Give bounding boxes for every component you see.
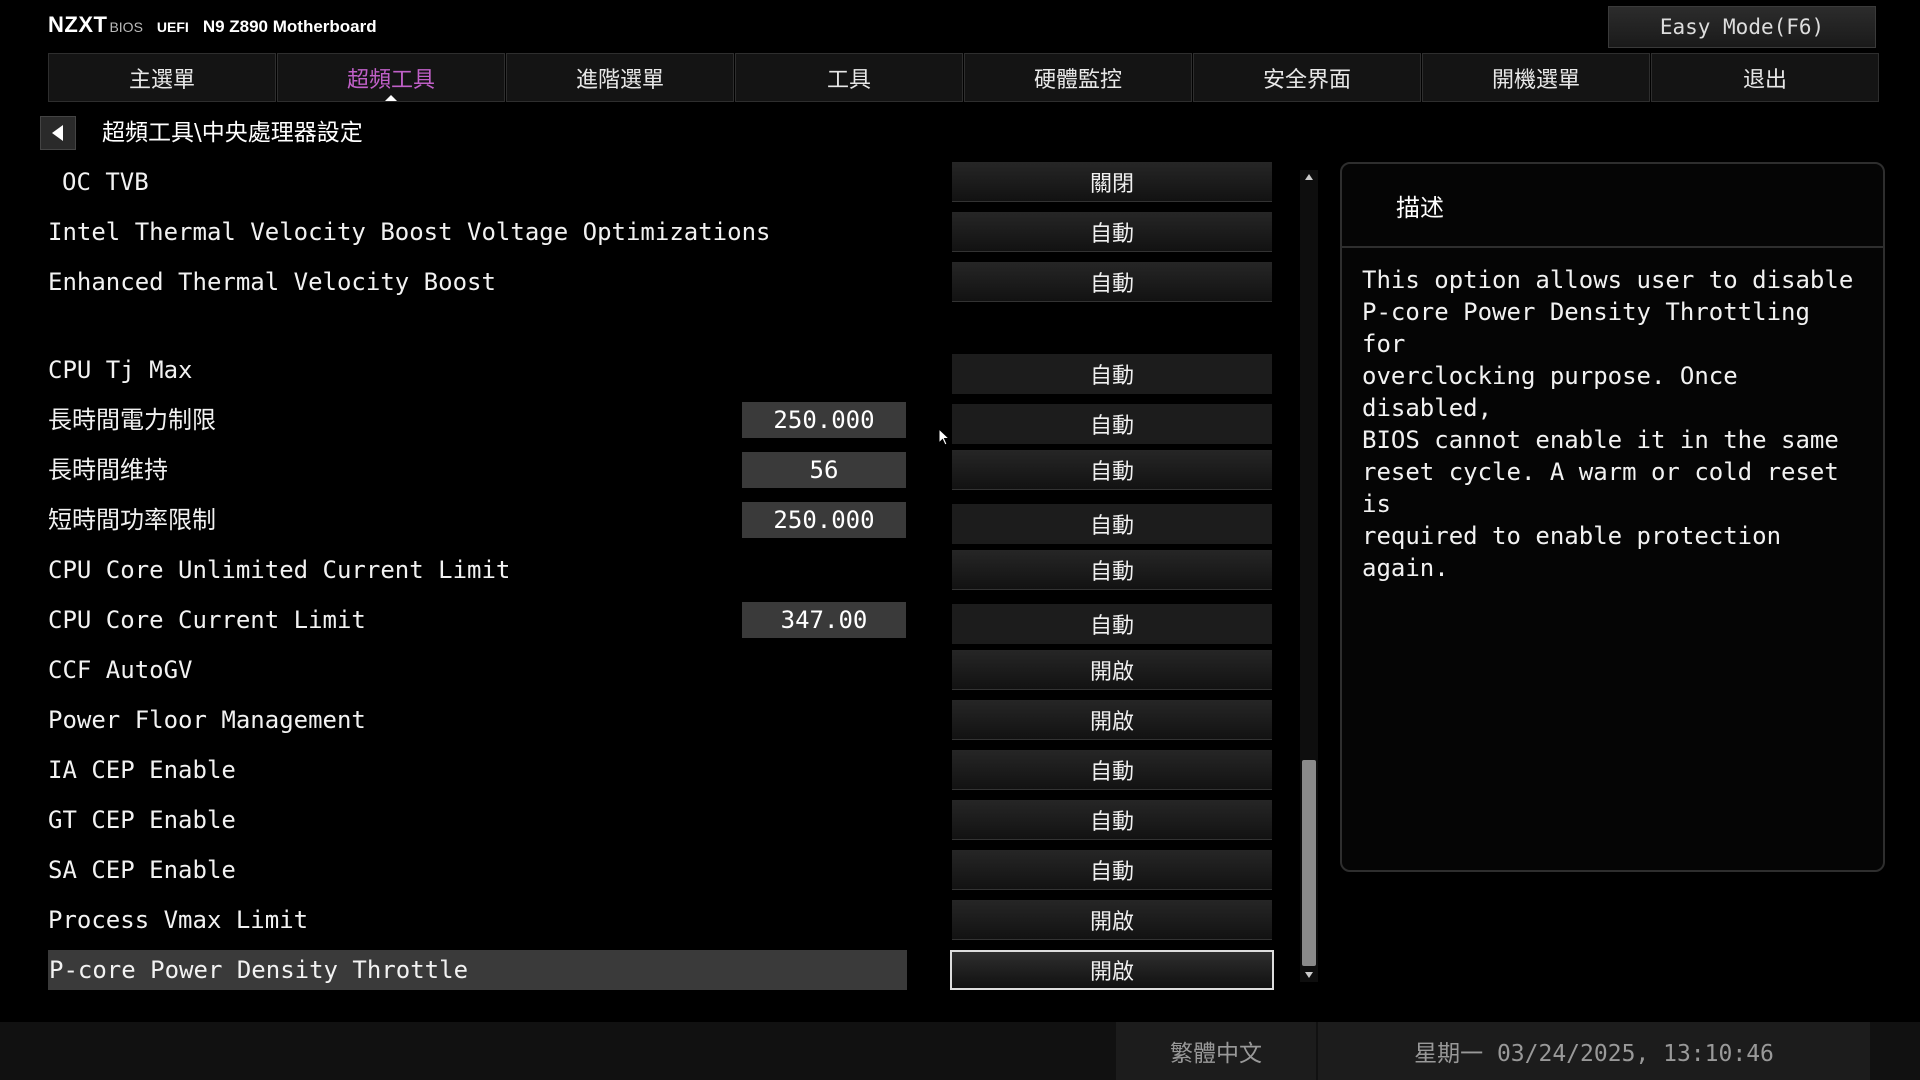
tab-overclocking[interactable]: 超頻工具 [277,53,505,102]
back-button[interactable] [40,116,76,150]
setting-row[interactable]: CCF AutoGV 開啟 [0,650,1290,690]
setting-label: Enhanced Thermal Velocity Boost [48,268,496,296]
setting-row[interactable]: IA CEP Enable 自動 [0,750,1290,790]
breadcrumb: 超頻工具\中央處理器設定 [102,120,363,146]
brand-logo: NZXT BIOS UEFI N9 Z890 Motherboard [48,12,377,42]
date-time-display: 星期一 03/24/2025, 13:10:46 [1318,1022,1870,1080]
scrollbar-thumb[interactable] [1302,760,1316,966]
setting-option-button[interactable]: 自動 [952,800,1272,840]
setting-option-button[interactable]: 自動 [952,212,1272,252]
setting-option-button[interactable]: 自動 [952,604,1272,644]
setting-option-button[interactable]: 自動 [952,404,1272,444]
tab-security[interactable]: 安全界面 [1193,53,1421,102]
scroll-up-arrow-icon [1305,174,1313,180]
back-arrow-icon [52,125,63,141]
setting-option-button[interactable]: 關閉 [952,162,1272,202]
setting-label: 短時間功率限制 [48,506,216,534]
setting-label: Power Floor Management [48,706,366,734]
scroll-up-button[interactable] [1302,170,1316,184]
setting-row[interactable]: 長時間電力制限 250.000 自動 [0,400,1290,444]
easy-mode-button[interactable]: Easy Mode(F6) [1608,6,1876,48]
value-input[interactable]: 250.000 [742,502,906,538]
setting-option-button[interactable]: 開啟 [952,650,1272,690]
nzxt-logo: NZXT [48,12,108,37]
setting-label: CPU Core Unlimited Current Limit [48,556,511,584]
setting-option-button[interactable]: 自動 [952,504,1272,544]
setting-option-button[interactable]: 自動 [952,750,1272,790]
setting-label: P-core Power Density Throttle [48,950,907,990]
value-input[interactable]: 347.00 [742,602,906,638]
setting-option-button[interactable]: 開啟 [952,700,1272,740]
uefi-label: UEFI [156,19,189,35]
mouse-cursor-icon [938,428,950,446]
scroll-down-arrow-icon [1305,972,1313,978]
tab-main[interactable]: 主選單 [48,53,276,102]
setting-option-button[interactable]: 自動 [952,850,1272,890]
setting-option-button[interactable]: 開啟 [950,950,1274,990]
setting-label: 長時間電力制限 [48,406,216,434]
setting-option-button[interactable]: 自動 [952,550,1272,590]
setting-row[interactable]: 短時間功率限制 250.000 自動 [0,500,1290,544]
tab-boot[interactable]: 開機選單 [1422,53,1650,102]
setting-row[interactable]: Power Floor Management 開啟 [0,700,1290,740]
setting-row[interactable]: Process Vmax Limit 開啟 [0,900,1290,940]
setting-row[interactable]: OC TVB 關閉 [0,162,1290,202]
description-title: 描述 [1342,164,1883,248]
tab-tools[interactable]: 工具 [735,53,963,102]
bios-label: BIOS [109,19,143,35]
language-selector[interactable]: 繁體中文 [1116,1022,1316,1080]
setting-label: GT CEP Enable [48,806,236,834]
tab-hardware-monitor[interactable]: 硬體監控 [964,53,1192,102]
tab-advanced[interactable]: 進階選單 [506,53,734,102]
setting-label: SA CEP Enable [48,856,236,884]
description-panel: 描述 This option allows user to disable P-… [1340,162,1885,872]
setting-label: CCF AutoGV [48,656,193,684]
motherboard-model: N9 Z890 Motherboard [202,17,377,36]
setting-row[interactable]: GT CEP Enable 自動 [0,800,1290,840]
setting-row[interactable]: 長時間维持 56 自動 [0,450,1290,490]
scroll-down-button[interactable] [1302,968,1316,982]
setting-row[interactable]: CPU Core Current Limit 347.00 自動 [0,600,1290,644]
setting-row[interactable]: Enhanced Thermal Velocity Boost 自動 [0,262,1290,302]
tab-exit[interactable]: 退出 [1651,53,1879,102]
setting-label: CPU Tj Max [48,356,193,384]
setting-label: 長時間维持 [48,456,168,484]
setting-option-button[interactable]: 開啟 [952,900,1272,940]
setting-label: Intel Thermal Velocity Boost Voltage Opt… [48,218,771,246]
setting-row[interactable]: CPU Core Unlimited Current Limit 自動 [0,550,1290,590]
value-input[interactable]: 56 [742,452,906,488]
setting-row[interactable]: Intel Thermal Velocity Boost Voltage Opt… [0,212,1290,252]
setting-label: CPU Core Current Limit [48,606,366,634]
value-input[interactable]: 250.000 [742,402,906,438]
setting-option-button[interactable]: 自動 [952,354,1272,394]
setting-row[interactable]: SA CEP Enable 自動 [0,850,1290,890]
setting-label: Process Vmax Limit [48,906,309,934]
setting-row-selected[interactable]: P-core Power Density Throttle 開啟 [0,950,1290,990]
setting-option-button[interactable]: 自動 [952,450,1272,490]
setting-option-button[interactable]: 自動 [952,262,1272,302]
setting-label: IA CEP Enable [48,756,236,784]
description-text: This option allows user to disable P-cor… [1362,266,1854,582]
main-tabs: 主選單 超頻工具 進階選單 工具 硬體監控 安全界面 開機選單 退出 [48,53,1880,102]
setting-label: OC TVB [62,168,149,196]
setting-row[interactable]: CPU Tj Max 自動 [0,350,1290,394]
